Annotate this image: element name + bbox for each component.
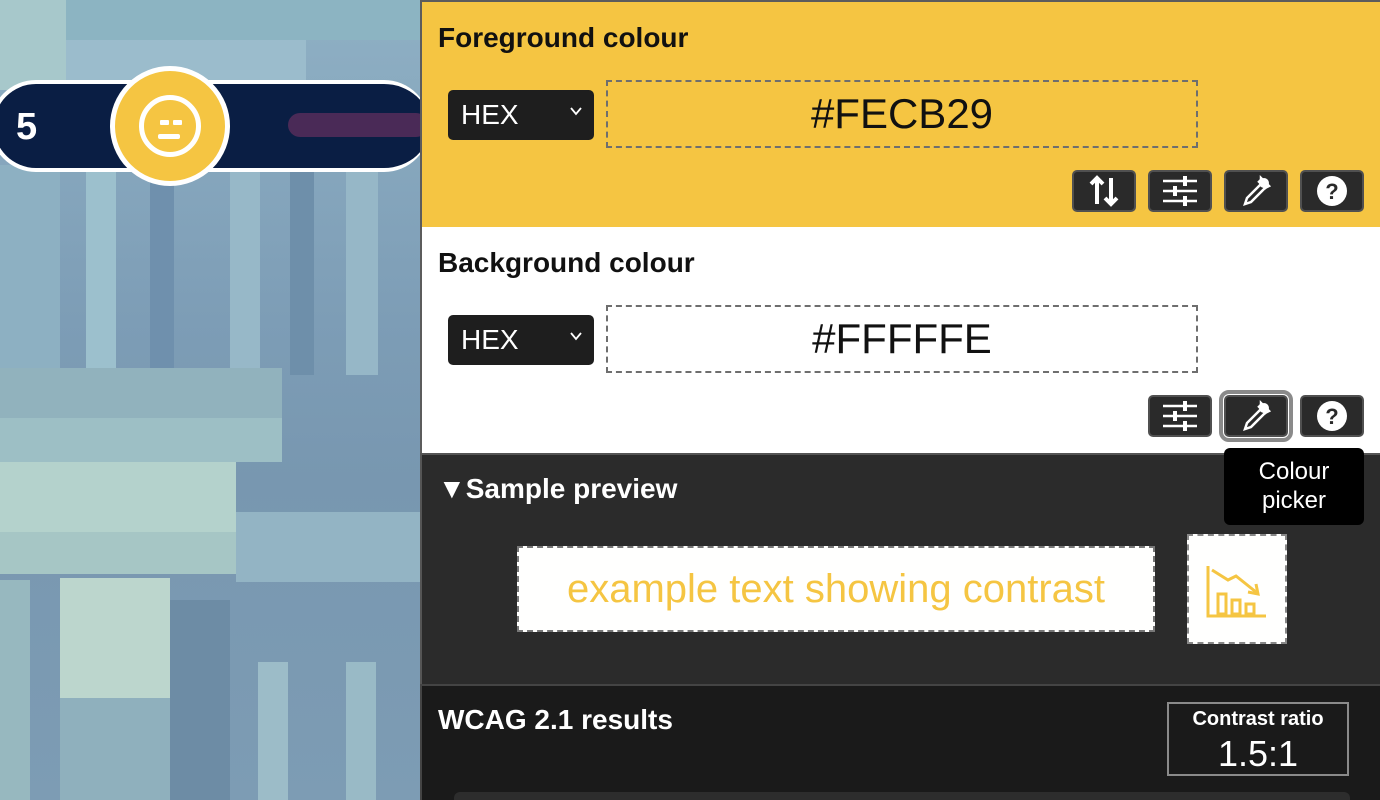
- sliders-icon: [1163, 401, 1197, 431]
- contrast-ratio-box: Contrast ratio 1.5:1: [1167, 702, 1349, 776]
- wcag-results-section: WCAG 2.1 results Contrast ratio 1.5:1: [420, 684, 1380, 800]
- contrast-ratio-label: Contrast ratio: [1192, 708, 1324, 730]
- foreground-colour-picker-button[interactable]: [1224, 170, 1288, 212]
- swap-icon: [1089, 175, 1119, 207]
- foreground-help-button[interactable]: ?: [1300, 170, 1364, 212]
- neutral-face-icon: [110, 66, 230, 186]
- contrast-ratio-value: 1.5:1: [1217, 733, 1299, 774]
- svg-text:?: ?: [1325, 404, 1338, 429]
- sample-preview-toggle[interactable]: ▼Sample preview: [438, 473, 677, 505]
- background-title: Background colour: [438, 247, 695, 278]
- contrast-checker-panel: Foreground colour HEX #FECB29 ? Backgrou…: [420, 0, 1380, 800]
- eyedropper-icon: [1243, 174, 1272, 206]
- background-adjust-button[interactable]: [1148, 395, 1212, 437]
- eyedropper-icon: [1243, 399, 1272, 431]
- chevron-down-icon: [570, 332, 582, 341]
- foreground-format-value: HEX: [461, 99, 519, 130]
- background-format-select[interactable]: HEX: [448, 315, 594, 365]
- sample-icon-preview: [1187, 534, 1287, 644]
- chevron-down-icon: [570, 107, 582, 116]
- sample-text-preview: example text showing contrast: [517, 546, 1155, 632]
- foreground-title: Foreground colour: [438, 22, 689, 53]
- foreground-format-select[interactable]: HEX: [448, 90, 594, 140]
- foreground-hex-input[interactable]: #FECB29: [606, 80, 1198, 148]
- background-section: Background colour HEX #FFFFFE ?: [420, 227, 1380, 453]
- colour-picker-tooltip: Colour picker: [1224, 448, 1364, 525]
- progress-track: [288, 113, 428, 137]
- background-hex-input[interactable]: #FFFFFE: [606, 305, 1198, 373]
- background-format-value: HEX: [461, 324, 519, 355]
- help-icon: ?: [1317, 401, 1347, 431]
- background-help-button[interactable]: ?: [1300, 395, 1364, 437]
- results-title: WCAG 2.1 results: [438, 704, 673, 735]
- screen: 5 Foreground colour HEX #FECB29 ? Backgr…: [0, 0, 1380, 800]
- foreground-adjust-button[interactable]: [1148, 170, 1212, 212]
- chart-decline-icon: [1206, 566, 1266, 618]
- sliders-icon: [1163, 176, 1197, 206]
- swap-colours-button[interactable]: [1072, 170, 1136, 212]
- svg-text:?: ?: [1325, 179, 1338, 204]
- help-icon: ?: [1317, 176, 1347, 206]
- results-table-header: [454, 792, 1350, 800]
- background-colour-picker-button[interactable]: [1219, 390, 1293, 442]
- score-value: 5: [16, 106, 38, 148]
- foreground-section: Foreground colour HEX #FECB29 ?: [420, 0, 1380, 227]
